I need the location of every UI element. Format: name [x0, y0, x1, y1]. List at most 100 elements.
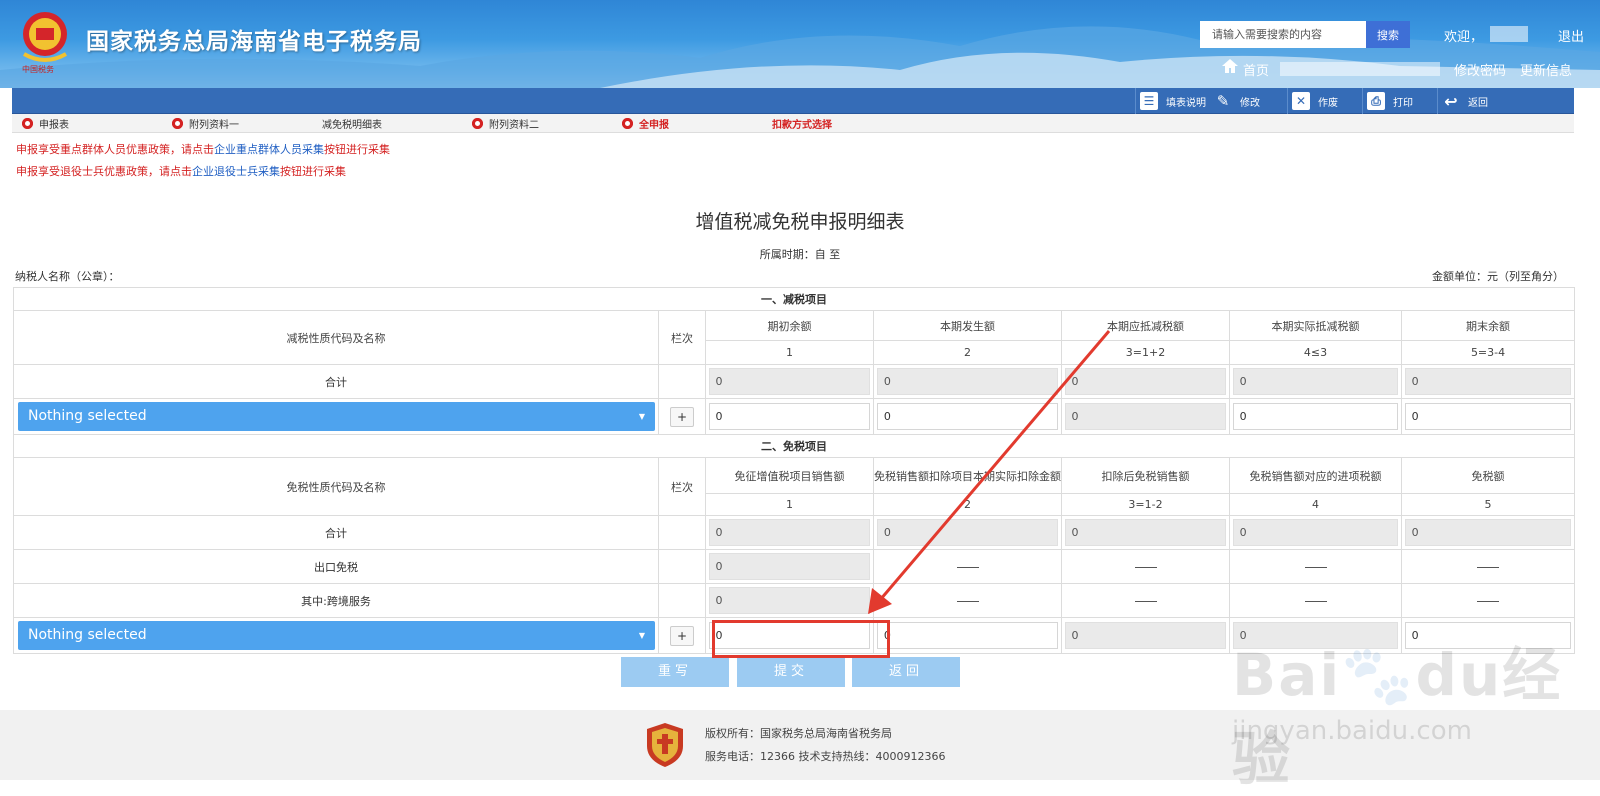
reduction-total-cell: 0 [1064, 368, 1227, 395]
exemption-total-cell: 0 [708, 519, 871, 546]
exemption-total-cell: 0 [876, 519, 1059, 546]
not-applicable-dash [1477, 566, 1500, 568]
reduction-col-header: 本期应抵减税额 [1061, 310, 1230, 341]
reduction-col-number: 5=3-4 [1400, 340, 1576, 365]
reduction-input[interactable]: 0 [1232, 403, 1399, 430]
select-value: Nothing selected [28, 408, 147, 424]
tab-full-declare[interactable]: 全申报 [622, 116, 669, 131]
reduction-total-cell: 0 [876, 368, 1059, 395]
notice-text: 申报享受重点群体人员优惠政策，请点击 [16, 143, 214, 156]
tab-payment-method-label: 扣款方式选择 [772, 120, 832, 131]
modify-button[interactable]: ✎ 修改 [1210, 88, 1260, 114]
veterans-collect-link[interactable]: 企业退役士兵采集 [192, 165, 280, 178]
not-applicable-dash [956, 600, 979, 602]
reduction-total-row: 合计 0 0 0 0 0 [13, 364, 1576, 399]
add-row-button[interactable]: + [670, 625, 694, 646]
tab-attach2-label: 附列资料二 [489, 120, 539, 131]
not-applicable-dash [1134, 566, 1157, 568]
welcome-text: 欢迎， [1444, 30, 1484, 45]
not-applicable-dash [1304, 566, 1327, 568]
reduction-input[interactable]: 0 [708, 403, 871, 430]
tab-reduction-detail-label: 减免税明细表 [322, 120, 382, 131]
exemption-col-header: 免税销售额对应的进项税额 [1229, 457, 1402, 494]
void-label: 作废 [1318, 97, 1338, 109]
printer-icon: ⎙ [1367, 92, 1385, 110]
reduction-total-cell: 0 [708, 368, 871, 395]
reduction-code-select[interactable]: Nothing selected ▼ [18, 402, 655, 431]
reduction-table: 一、减税项目 减税性质代码及名称 栏次 期初余额 本期发生额 本期应抵减税额 本… [12, 287, 1576, 435]
tab-reduction-detail[interactable]: 减免税明细表 [322, 116, 382, 131]
tab-payment-method[interactable]: 扣款方式选择 [772, 116, 832, 131]
exemption-col-header: 免税额 [1400, 457, 1576, 494]
back-toolbar-button[interactable]: ↩ 返回 [1437, 88, 1488, 114]
cross-border-cell: 0 [708, 587, 871, 614]
line-cell [658, 515, 706, 550]
reduction-col-header: 本期实际抵减税额 [1229, 310, 1402, 341]
exemption-total-row: 合计 0 0 0 0 0 [13, 515, 1576, 550]
key-groups-collect-link[interactable]: 企业重点群体人员采集 [214, 143, 324, 156]
gear-icon [22, 118, 33, 129]
exemption-col-number: 3=1-2 [1061, 493, 1230, 516]
reduction-total-cell: 0 [1404, 368, 1572, 395]
select-value: Nothing selected [28, 627, 147, 643]
exemption-col-header: 免征增值税项目销售额 [705, 457, 874, 494]
exemption-input[interactable]: 0 [876, 622, 1059, 649]
tab-main-form[interactable]: 申报表 [22, 116, 69, 131]
exemption-code-select[interactable]: Nothing selected ▼ [18, 621, 655, 650]
emblem-caption: 中国税务 [22, 65, 54, 74]
reduction-section-title: 一、减税项目 [12, 287, 1576, 311]
reset-button[interactable]: 重写 [621, 657, 729, 687]
copyright-text: 版权所有：国家税务总局海南省税务局 [705, 727, 892, 740]
home-link[interactable]: 首页 [1243, 60, 1269, 79]
exemption-calc-cell: 0 [1064, 622, 1227, 649]
exemption-section-title: 二、免税项目 [12, 434, 1576, 458]
baidu-watermark: Bai🐾du经验 [1232, 641, 1563, 793]
tab-attach1[interactable]: 附列资料一 [172, 116, 239, 131]
line-cell [658, 549, 706, 584]
logout-link[interactable]: 退出 [1558, 26, 1584, 45]
breadcrumb-redacted [1280, 62, 1440, 76]
void-button[interactable]: ✕ 作废 [1287, 88, 1338, 114]
tax-shield-icon [647, 723, 683, 767]
notice-text: 申报享受退役士兵优惠政策，请点击 [16, 165, 192, 178]
back-arrow-icon: ↩ [1444, 91, 1458, 111]
gear-icon [472, 118, 483, 129]
reduction-col-number: 2 [873, 340, 1062, 365]
notice-text: 按钮进行采集 [324, 143, 390, 156]
submit-button[interactable]: 提交 [737, 657, 845, 687]
exemption-col-number: 4 [1229, 493, 1402, 516]
add-row-button[interactable]: + [670, 406, 694, 427]
reduction-input[interactable]: 0 [876, 403, 1059, 430]
search-button[interactable]: 搜索 [1366, 21, 1410, 48]
back-label: 返回 [1468, 97, 1488, 109]
fill-help-button[interactable]: ☰ 填表说明 [1135, 88, 1206, 114]
change-password-link[interactable]: 修改密码 [1454, 60, 1506, 79]
back-button[interactable]: 返回 [852, 657, 960, 687]
cross-border-label: 其中:跨境服务 [13, 583, 659, 618]
notice-key-groups: 申报享受重点群体人员优惠政策，请点击企业重点群体人员采集按钮进行采集 [16, 141, 390, 157]
form-title: 增值税减免税申报明细表 [695, 211, 905, 233]
document-icon: ☰ [1140, 92, 1158, 110]
reduction-entry-row: Nothing selected ▼ + 0 0 0 0 0 [13, 398, 1576, 435]
cross-border-row: 其中:跨境服务 0 [13, 583, 1576, 618]
modify-label: 修改 [1240, 97, 1260, 109]
exemption-total-label: 合计 [13, 515, 659, 550]
caret-down-icon: ▼ [638, 631, 645, 640]
home-icon [1222, 59, 1238, 73]
gear-icon [622, 118, 633, 129]
print-button[interactable]: ⎙ 打印 [1362, 88, 1413, 114]
line-cell [658, 583, 706, 618]
reduction-col-header: 期初余额 [705, 310, 874, 341]
reduction-input[interactable]: 0 [1404, 403, 1572, 430]
tab-attach2[interactable]: 附列资料二 [472, 116, 539, 131]
exemption-line-header: 栏次 [658, 457, 706, 516]
pencil-icon: ✎ [1216, 92, 1230, 110]
void-document-icon: ✕ [1292, 92, 1310, 110]
line-cell [658, 364, 706, 399]
update-info-link[interactable]: 更新信息 [1520, 60, 1572, 79]
username-redacted [1490, 26, 1528, 42]
reduction-total-cell: 0 [1232, 368, 1399, 395]
form-tab-strip: 申报表 附列资料一 减免税明细表 附列资料二 全申报 扣款方式选择 [12, 114, 1574, 133]
search-input[interactable] [1200, 21, 1366, 48]
taxpayer-name-label: 纳税人名称（公章）： [15, 270, 120, 283]
